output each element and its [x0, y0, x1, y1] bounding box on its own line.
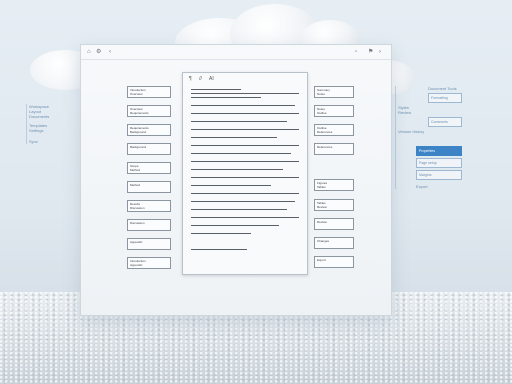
italic-icon[interactable]: // [199, 76, 202, 82]
text-line [191, 161, 299, 162]
outline-card[interactable]: Introduction Overview [127, 86, 171, 98]
text-line [191, 153, 291, 154]
window-titlebar: ⌂ ⚙ ‹ ▫ ⚑ › [81, 45, 391, 60]
text-line [191, 97, 261, 98]
text-line [191, 233, 251, 234]
card-label: Overview [130, 92, 143, 96]
card-label: Review [317, 205, 327, 209]
document-toolbar: ¶ // AI [189, 76, 220, 82]
tool-card[interactable]: Tables Review [314, 199, 354, 211]
text-line [191, 209, 287, 210]
outline-card[interactable]: Discussion [127, 219, 171, 231]
bookmark-icon[interactable]: ⚑ [368, 48, 373, 56]
card-label: Export [317, 258, 326, 262]
save-icon[interactable]: ▫ [355, 48, 357, 56]
text-line [191, 137, 277, 138]
right-panel-item[interactable]: Comments [428, 117, 462, 127]
card-label: Method [130, 168, 141, 172]
card-label: Requirements [130, 111, 149, 115]
outline-card[interactable]: Appendix [127, 238, 171, 250]
text-line [191, 217, 299, 218]
right-floating-panel: Document Tools Formatting Styles Review … [395, 86, 462, 189]
outline-card[interactable]: Requirements Background [127, 124, 171, 136]
card-label: Method [130, 183, 141, 187]
card-label: Notes [317, 92, 325, 96]
tool-card[interactable]: Notes Outline [314, 105, 354, 117]
outline-card[interactable]: Overview Requirements [127, 105, 171, 117]
tool-card[interactable]: Summary Notes [314, 86, 354, 98]
home-icon[interactable]: ⌂ [87, 48, 91, 56]
text-line [191, 129, 299, 130]
card-label: Discussion [130, 206, 145, 210]
card-label: Background [130, 130, 147, 134]
tool-card[interactable]: Outline References [314, 124, 354, 136]
left-floating-panel: Workspace Layout Documents Templates Set… [26, 104, 69, 144]
outline-card[interactable]: Background [127, 143, 171, 155]
right-panel-header: Document Tools [428, 86, 457, 91]
left-panel-line: Documents [29, 114, 50, 119]
card-label: Review [317, 220, 327, 224]
card-label: Outline [317, 111, 327, 115]
text-line [191, 121, 287, 122]
margins-field[interactable]: Margins [416, 170, 462, 180]
chevron-left-icon[interactable]: ‹ [109, 48, 111, 56]
text-line [191, 193, 299, 194]
outline-card[interactable]: Method [127, 181, 171, 193]
text-line [191, 169, 283, 170]
text-line [191, 201, 295, 202]
text-line [191, 105, 295, 106]
card-label: Tables [317, 185, 326, 189]
tool-card[interactable]: Export [314, 256, 354, 268]
card-label: Background [130, 145, 147, 149]
right-panel-item[interactable]: Formatting [428, 93, 462, 103]
text-line [191, 93, 299, 94]
text-line [191, 225, 279, 226]
page-setup-field[interactable]: Page setup [416, 158, 462, 168]
text-line [191, 249, 247, 250]
tool-card[interactable]: References [314, 143, 354, 155]
app-window: ⌂ ⚙ ‹ ▫ ⚑ › ¶ // AI Introduction Overvie… [80, 44, 392, 316]
chevron-right-icon[interactable]: › [379, 48, 381, 56]
document-page[interactable]: ¶ // AI [182, 72, 308, 275]
text-line [191, 145, 299, 146]
text-line [191, 177, 299, 178]
card-label: Appendix [130, 263, 143, 267]
tool-card[interactable]: Changes [314, 237, 354, 249]
card-label: References [317, 130, 333, 134]
properties-tab[interactable]: Properties [416, 146, 462, 156]
settings-icon[interactable]: ⚙ [96, 48, 101, 56]
left-panel-line: Sync [29, 139, 38, 144]
right-panel-item-text: Review [398, 110, 412, 115]
outline-card[interactable]: Scope Method [127, 162, 171, 174]
right-panel-item-text: Version history [398, 129, 425, 134]
tool-card[interactable]: Review [314, 218, 354, 230]
left-panel-line: Settings [29, 128, 44, 133]
ai-assist-icon[interactable]: AI [209, 76, 214, 82]
text-line [191, 185, 271, 186]
outline-card[interactable]: Results Discussion [127, 200, 171, 212]
text-line [191, 89, 241, 90]
export-link[interactable]: Export [416, 184, 462, 189]
outline-card[interactable]: Introduction Appendix [127, 257, 171, 269]
card-label: Discussion [130, 221, 145, 225]
card-label: References [317, 145, 333, 149]
paragraph-icon[interactable]: ¶ [189, 76, 192, 82]
card-label: Changes [317, 239, 330, 243]
tool-card[interactable]: Figures Tables [314, 179, 354, 191]
card-label: Appendix [130, 240, 143, 244]
text-line [191, 113, 299, 114]
